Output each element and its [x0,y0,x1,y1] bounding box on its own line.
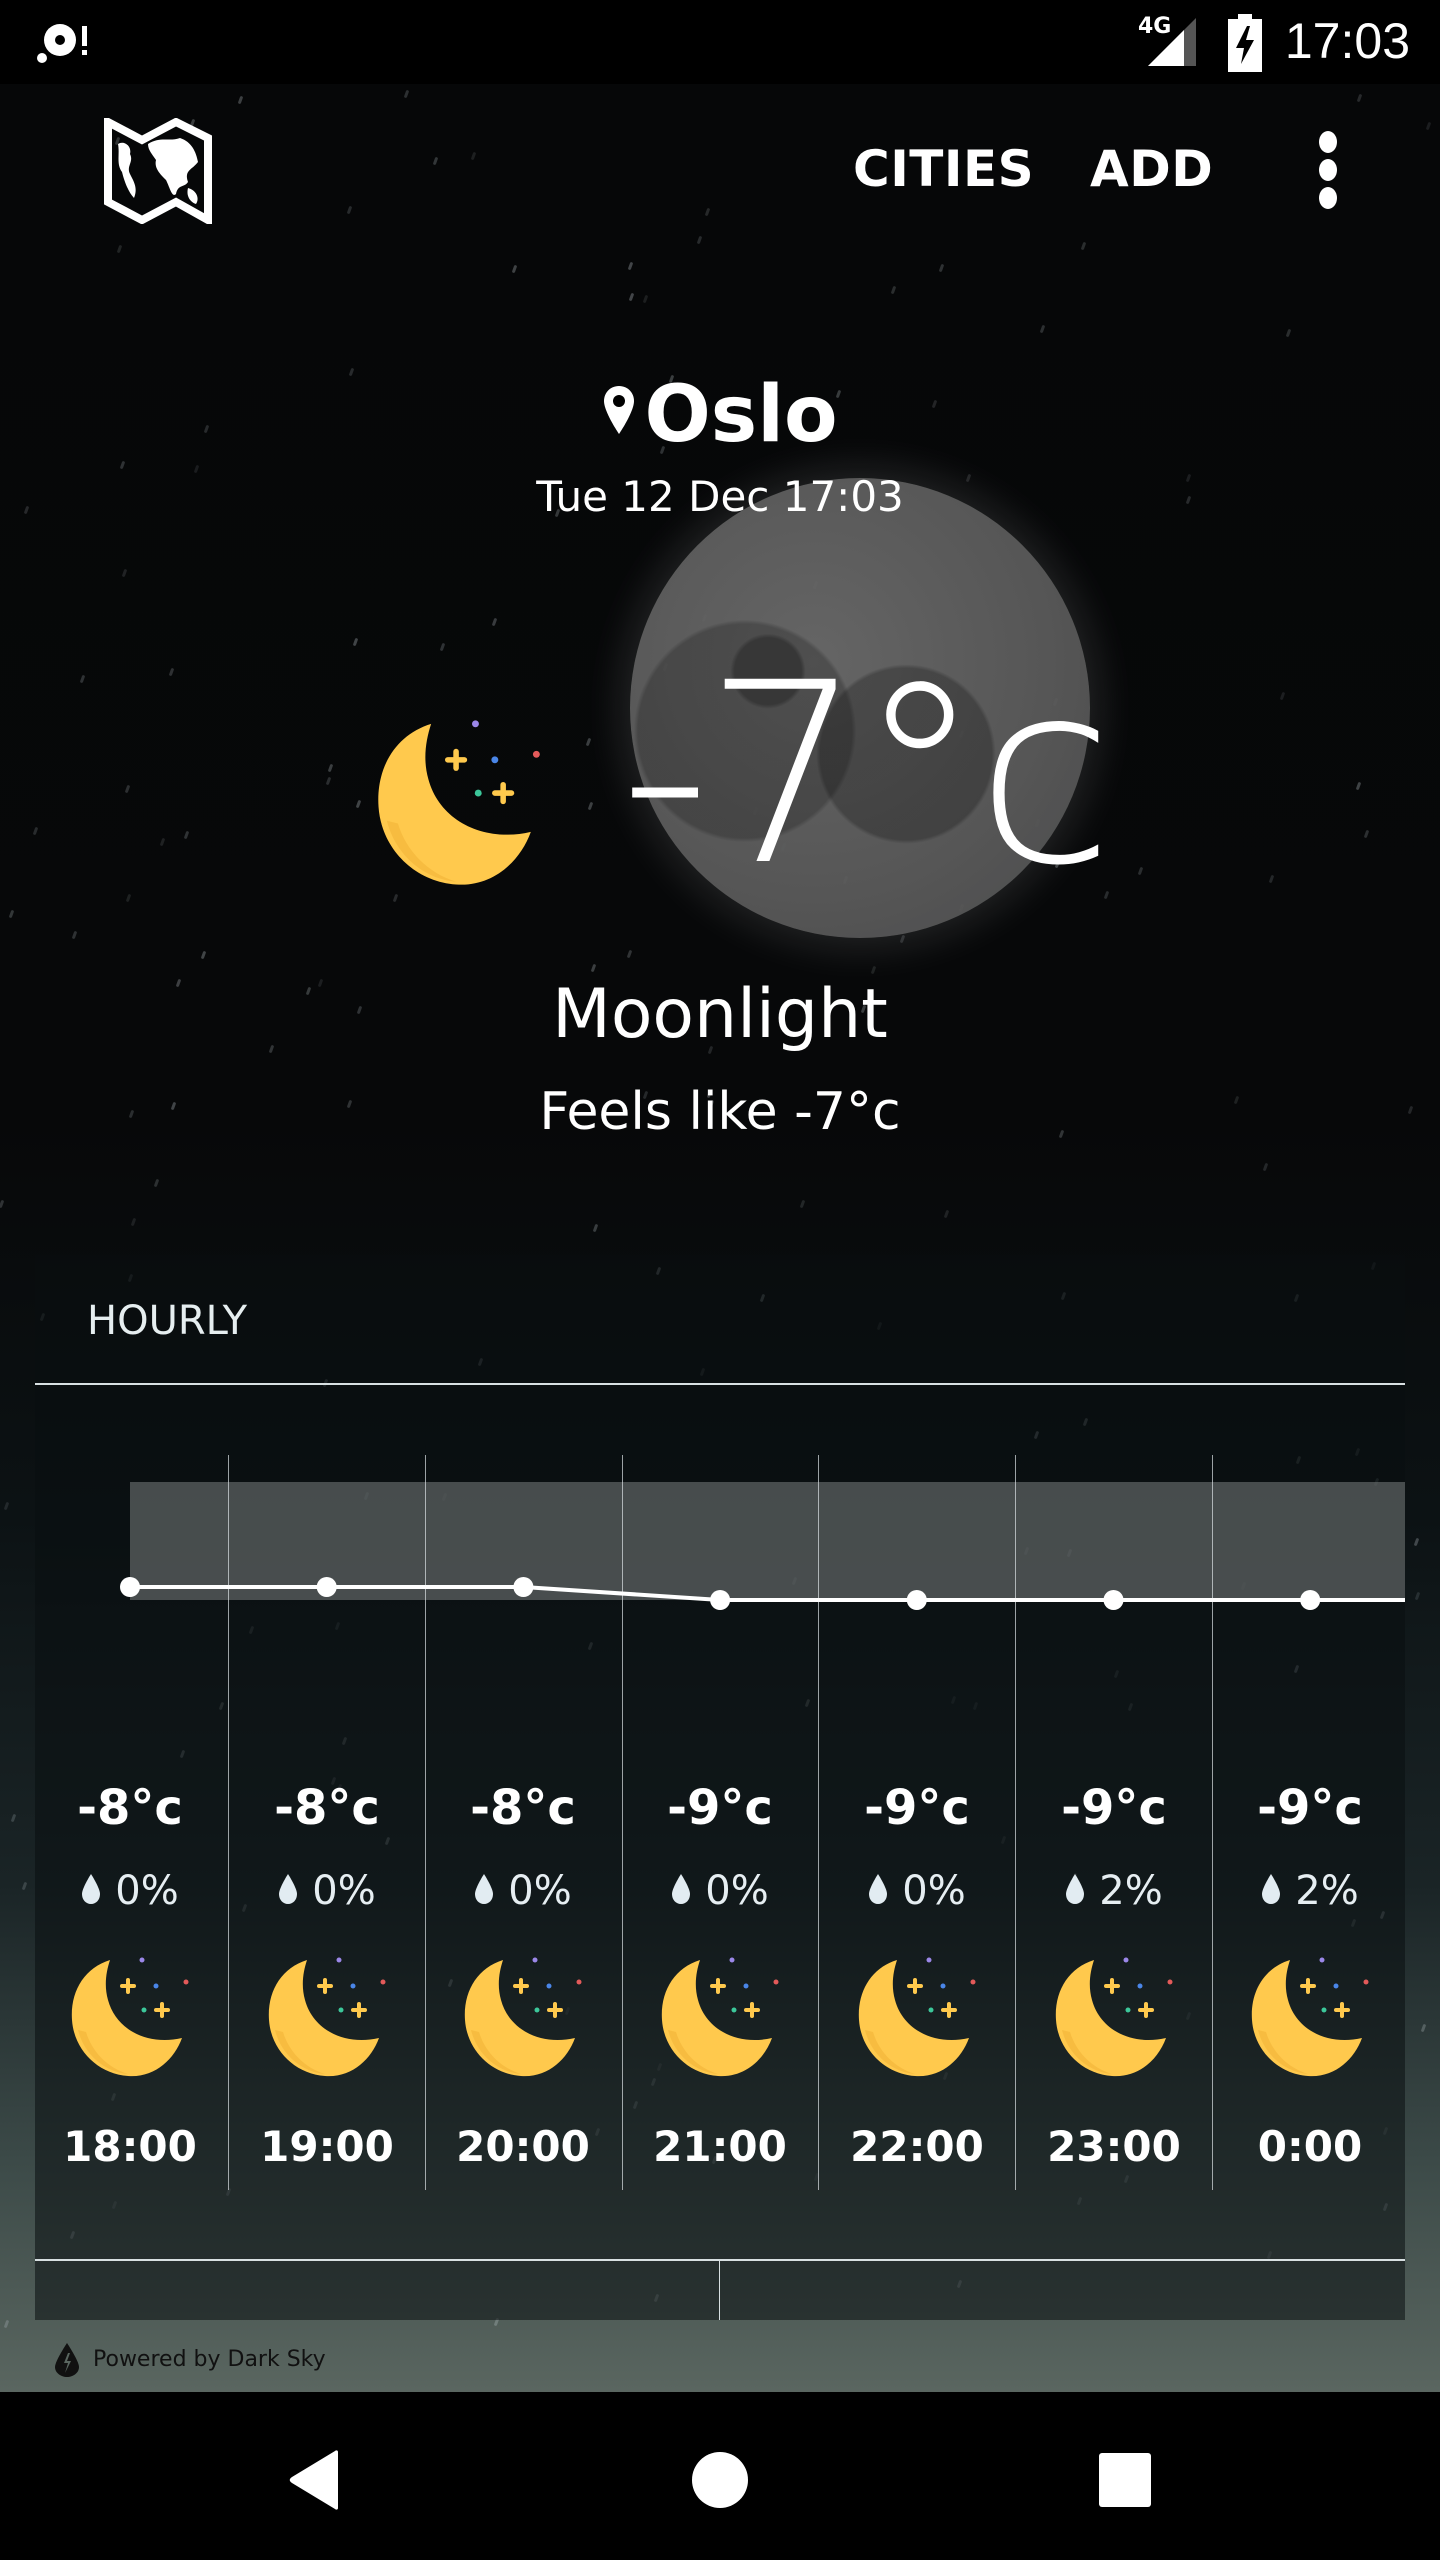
hourly-time: 22:00 [850,2122,984,2171]
precip-value: 0% [115,1868,179,1914]
hourly-precipitation: 0% [819,1868,1015,1914]
hourly-temperature: -9°c [1061,1780,1167,1836]
hourly-precipitation: 2% [1212,1868,1408,1914]
hourly-time: 19:00 [260,2122,394,2171]
hourly-temperature: -9°c [1257,1780,1363,1836]
temperature-range-band [130,1482,1405,1600]
precip-value: 0% [705,1868,769,1914]
hourly-precipitation: 0% [622,1868,818,1914]
hourly-temperature: -8°c [77,1780,183,1836]
hourly-time: 23:00 [1047,2122,1181,2171]
water-drop-icon [1066,1874,1085,1904]
card-bottom-divider [35,2259,1405,2261]
more-vert-icon[interactable] [1308,128,1348,212]
water-drop-icon [475,1874,494,1904]
hourly-precipitation: 2% [1016,1868,1212,1914]
water-drop-icon [672,1874,691,1904]
powered-by-dark-sky[interactable]: Powered by Dark Sky [55,2343,326,2377]
crescent-moon-stars-icon [1055,1957,1173,2077]
hourly-temperature: -9°c [667,1780,773,1836]
city-heading: Oslo [0,370,1440,460]
precip-value: 2% [1099,1868,1163,1914]
hourly-title: HOURLY [87,1298,248,1344]
precip-value: 0% [508,1868,572,1914]
hourly-divider [35,1383,1405,1385]
hourly-time: 20:00 [456,2122,590,2171]
status-time: 17:03 [1284,13,1410,69]
city-name: Oslo [644,370,838,460]
battery-charging-icon [1228,14,1262,72]
crescent-moon-stars-icon [661,1957,779,2077]
crescent-moon-stars-icon [858,1957,976,2077]
precip-value: 2% [1295,1868,1359,1914]
water-drop-icon [869,1874,888,1904]
cities-button[interactable]: CITIES [853,140,1034,198]
crescent-moon-stars-icon [378,720,540,885]
hourly-time: 18:00 [63,2122,197,2171]
home-circle-icon[interactable] [690,2450,750,2510]
feels-like: Feels like -7°c [539,1082,901,1142]
status-bar: 4G 17:03 [0,0,1440,84]
hourly-temperature: -9°c [864,1780,970,1836]
world-map-icon[interactable] [104,118,212,224]
hourly-precipitation: 0% [229,1868,425,1914]
powered-by-label: Powered by Dark Sky [93,2347,326,2372]
crescent-moon-stars-icon [464,1957,582,2077]
current-condition: Moonlight [552,975,888,1054]
sync-alert-icon [37,24,87,63]
water-drop-icon [279,1874,298,1904]
hourly-precipitation: 0% [32,1868,228,1914]
water-drop-icon [82,1874,101,1904]
precip-value: 0% [902,1868,966,1914]
hourly-temperature: -8°c [470,1780,576,1836]
navigation-bar [0,2392,1440,2560]
precip-value: 0% [312,1868,376,1914]
hourly-temperature: -8°c [274,1780,380,1836]
recents-square-icon[interactable] [1098,2452,1152,2508]
crescent-moon-stars-icon [268,1957,386,2077]
dark-sky-logo-icon [55,2343,79,2377]
back-triangle-icon[interactable] [288,2450,340,2510]
hourly-precipitation: 0% [425,1868,621,1914]
map-pin-icon [604,385,635,434]
current-temperature: -7°c [620,629,1114,920]
crescent-moon-stars-icon [1251,1957,1369,2077]
hourly-time: 0:00 [1257,2122,1363,2171]
current-datetime: Tue 12 Dec 17:03 [536,472,904,521]
hourly-time: 21:00 [653,2122,787,2171]
crescent-moon-stars-icon [71,1957,189,2077]
card-bottom-split [719,2260,720,2320]
signal-icon [1148,18,1196,66]
add-city-button[interactable]: ADD [1090,140,1213,198]
water-drop-icon [1262,1874,1281,1904]
